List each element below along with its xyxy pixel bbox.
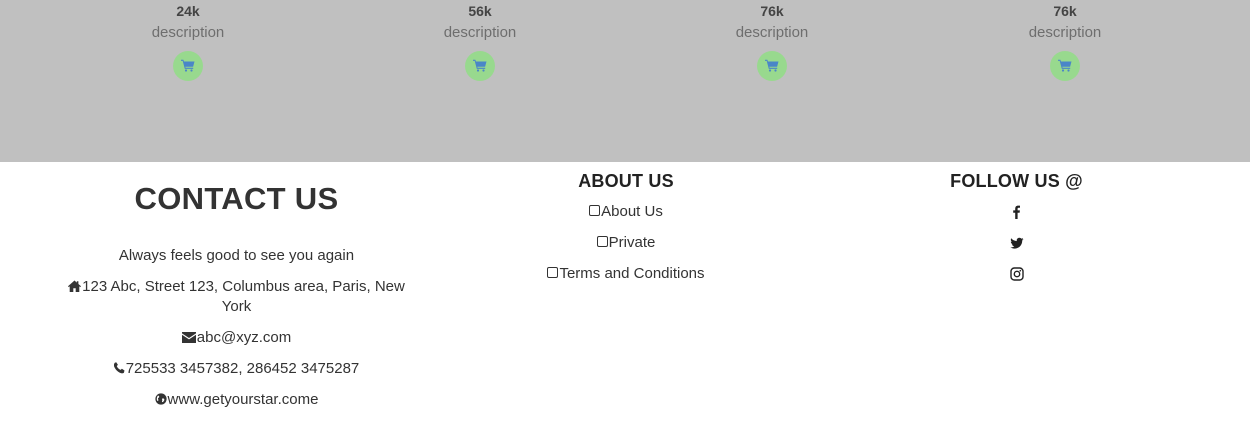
about-section: ABOUT US About Us Private Terms and Cond… [426,162,826,284]
square-icon [589,205,601,216]
stat-description: description [443,24,517,41]
twitter-icon [1009,237,1023,249]
terms-link[interactable]: Terms and Conditions [426,264,826,284]
follow-section: FOLLOW US @ [820,162,1213,284]
cart-button[interactable] [173,51,203,81]
follow-title: FOLLOW US @ [950,171,1083,191]
shopping-cart-icon [765,59,779,72]
stat-value: 24k [176,3,200,19]
email-text: abc@xyz.com [196,329,292,346]
contact-address: 123 Abc, Street 123, Columbus area, Pari… [60,277,413,317]
stat-item: 76k description [975,0,1155,81]
contact-tagline: Always feels good to see you again [118,247,355,264]
shopping-cart-icon [181,59,195,72]
stat-value: 56k [468,3,492,19]
stats-band: 24k description 56k description 76k desc… [0,0,1250,162]
instagram-icon [1009,267,1024,281]
stat-description: description [1028,24,1102,41]
square-icon [547,267,559,278]
contact-phone[interactable]: 725533 3457382, 286452 3475287 [60,359,413,379]
globe-icon [154,393,167,405]
facebook-icon [1012,205,1020,219]
stat-item: 56k description [390,0,570,81]
contact-section: CONTACT US Always feels good to see you … [60,162,413,410]
link-label: About Us [601,203,663,220]
instagram-link[interactable] [1007,264,1027,284]
cart-button[interactable] [757,51,787,81]
contact-title: CONTACT US [134,181,339,216]
cart-button[interactable] [465,51,495,81]
phone-text: 725533 3457382, 286452 3475287 [125,360,360,377]
shopping-cart-icon [473,59,487,72]
envelope-icon [181,332,196,343]
about-title: ABOUT US [578,171,674,191]
website-text: www.getyourstar.come [167,391,319,408]
twitter-link[interactable] [1007,233,1027,253]
facebook-link[interactable] [1007,202,1027,222]
address-text: 123 Abc, Street 123, Columbus area, Pari… [82,278,405,315]
stat-description: description [735,24,809,41]
stat-description: description [151,24,225,41]
link-label: Terms and Conditions [559,265,705,282]
square-icon [596,236,608,247]
contact-website[interactable]: www.getyourstar.come [60,390,413,410]
about-us-link[interactable]: About Us [426,202,826,222]
stat-value: 76k [760,3,784,19]
private-link[interactable]: Private [426,233,826,253]
stat-value: 76k [1053,3,1077,19]
stat-item: 24k description [98,0,278,81]
contact-email[interactable]: abc@xyz.com [60,328,413,348]
phone-icon [113,362,125,374]
shopping-cart-icon [1058,59,1072,72]
home-icon [68,280,82,292]
cart-button[interactable] [1050,51,1080,81]
link-label: Private [608,234,656,251]
stat-item: 76k description [682,0,862,81]
